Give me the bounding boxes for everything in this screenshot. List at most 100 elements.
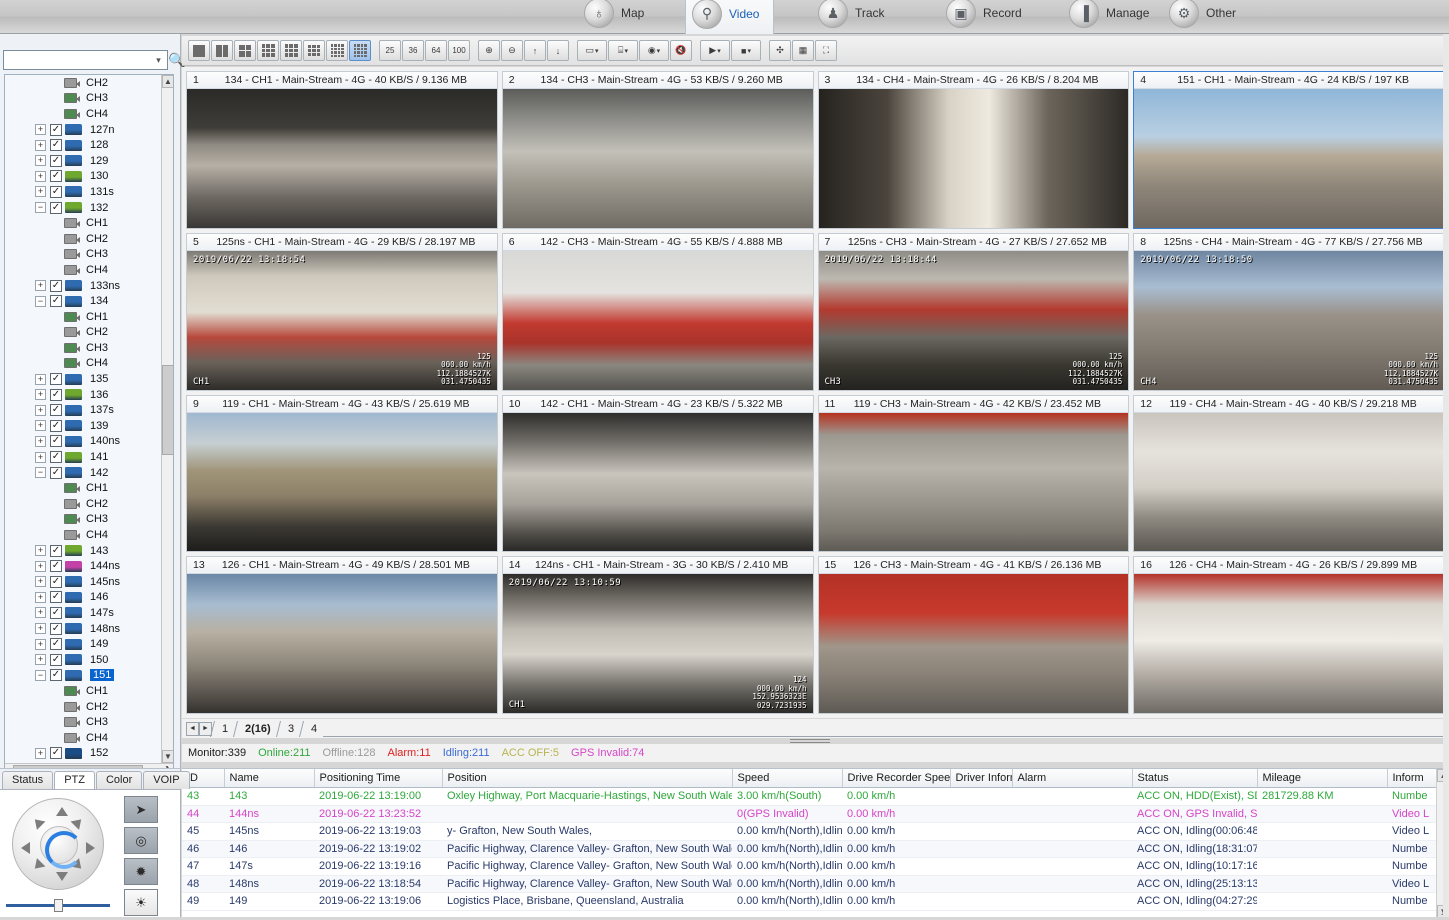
device-tree-list[interactable]: CH2CH3CH4+✓127n+✓128+✓129+✓130+✓131s−✓13… [5, 75, 163, 763]
tree-checkbox[interactable]: ✓ [50, 155, 62, 167]
expand-icon[interactable]: + [35, 140, 46, 151]
tree-checkbox[interactable]: ✓ [50, 435, 62, 447]
expand-icon[interactable]: + [35, 654, 46, 665]
video-cell[interactable]: 1134 - CH1 - Main-Stream - 4G - 40 KB/S … [186, 71, 498, 229]
collapse-icon[interactable]: − [35, 670, 46, 681]
video-cell[interactable]: 2134 - CH3 - Main-Stream - 4G - 53 KB/S … [502, 71, 814, 229]
tree-device-row[interactable]: +✓144ns [5, 558, 163, 574]
table-row[interactable]: 461462019-06-22 13:19:02Pacific Highway,… [182, 840, 1442, 858]
video-cell[interactable]: 5125ns - CH1 - Main-Stream - 4G - 29 KB/… [186, 233, 498, 391]
video-cell[interactable]: 3134 - CH4 - Main-Stream - 4G - 26 KB/S … [818, 71, 1130, 229]
tree-channel-row[interactable]: CH4 [5, 527, 163, 543]
tree-checkbox[interactable]: ✓ [50, 124, 62, 136]
tree-channel-row[interactable]: CH2 [5, 496, 163, 512]
scroll-thumb[interactable] [162, 365, 174, 455]
nav-tab-manage[interactable]: ▐Manage [1063, 0, 1163, 34]
video-stream-view[interactable] [503, 413, 813, 552]
expand-icon[interactable]: + [35, 607, 46, 618]
tree-checkbox[interactable]: ✓ [50, 545, 62, 557]
ptz-down-left-icon[interactable] [31, 858, 46, 873]
chevron-down-icon[interactable]: ▾ [152, 55, 165, 66]
toolbar-zoom-in-button[interactable]: ⊕ [478, 40, 500, 61]
video-cell[interactable]: 16126 - CH4 - Main-Stream - 4G - 26 KB/S… [1133, 556, 1445, 714]
tree-channel-row[interactable]: CH4 [5, 262, 163, 278]
tree-device-row[interactable]: −✓142 [5, 465, 163, 481]
video-stream-view[interactable] [1134, 413, 1444, 552]
tree-channel-row[interactable]: CH4 [5, 106, 163, 122]
toolbar-grid-toggle-button[interactable]: ▦ [792, 40, 814, 61]
nav-tab-track[interactable]: ♟Track [812, 0, 899, 34]
toolbar-fullscreen-button[interactable]: ⛶ [815, 40, 837, 61]
tree-channel-row[interactable]: CH2 [5, 231, 163, 247]
toolbar-snapshot-button[interactable]: ◉▾ [639, 40, 669, 61]
tree-checkbox[interactable]: ✓ [50, 607, 62, 619]
table-row[interactable]: 45145ns2019-06-22 13:19:03y- Grafton, Ne… [182, 823, 1442, 841]
tree-checkbox[interactable]: ✓ [50, 591, 62, 603]
table-column-header[interactable]: Position [442, 769, 732, 788]
tree-vertical-scrollbar[interactable]: ▲ ▼ [161, 75, 173, 763]
expand-icon[interactable]: + [35, 420, 46, 431]
tree-channel-row[interactable]: CH4 [5, 730, 163, 746]
ptz-up-left-icon[interactable] [31, 815, 46, 830]
toolbar-audio-mute-button[interactable]: 🔇 [670, 40, 692, 61]
video-stream-view[interactable]: 2019/06/22 13:18:44CH3125000.00 km/h112.… [819, 251, 1129, 390]
vehicle-status-table[interactable]: IDNamePositioning TimePositionSpeedDrive… [182, 768, 1449, 917]
tree-checkbox[interactable]: ✓ [50, 669, 62, 681]
tree-checkbox[interactable]: ✓ [50, 404, 62, 416]
expand-icon[interactable]: + [35, 186, 46, 197]
scroll-down-icon[interactable]: ▼ [162, 750, 174, 763]
nav-tab-video[interactable]: ⚲Video [685, 0, 774, 34]
search-combobox[interactable]: ▾ [3, 50, 168, 70]
video-cell[interactable]: 15126 - CH3 - Main-Stream - 4G - 41 KB/S… [818, 556, 1130, 714]
table-column-header[interactable]: Status [1132, 769, 1257, 788]
tree-channel-row[interactable]: CH1 [5, 309, 163, 325]
dropdown-arrow-icon[interactable]: ▾ [624, 47, 628, 55]
tree-checkbox[interactable]: ✓ [50, 202, 62, 214]
tree-checkbox[interactable]: ✓ [50, 280, 62, 292]
tree-channel-row[interactable]: CH2 [5, 325, 163, 341]
table-column-header[interactable]: Drive Recorder Speed [842, 769, 950, 788]
video-stream-view[interactable] [187, 89, 497, 228]
search-input[interactable] [6, 53, 152, 67]
video-stream-view[interactable] [503, 89, 813, 228]
video-cell[interactable]: 10142 - CH1 - Main-Stream - 4G - 23 KB/S… [502, 395, 814, 553]
tree-channel-row[interactable]: CH3 [5, 714, 163, 730]
expand-icon[interactable]: + [35, 592, 46, 603]
tree-checkbox[interactable]: ✓ [50, 623, 62, 635]
tree-device-row[interactable]: +✓141 [5, 449, 163, 465]
expand-icon[interactable]: + [35, 623, 46, 634]
slider-knob[interactable] [54, 899, 63, 912]
expand-icon[interactable]: + [35, 389, 46, 400]
toolbar-layout-9-button[interactable] [303, 40, 325, 61]
ptz-right-icon[interactable] [86, 842, 95, 854]
video-cell[interactable]: 14124ns - CH1 - Main-Stream - 3G - 30 KB… [502, 556, 814, 714]
tree-device-row[interactable]: +✓133ns [5, 278, 163, 294]
toolbar-page-down-button[interactable]: ↓ [547, 40, 569, 61]
tree-device-row[interactable]: +✓145ns [5, 574, 163, 590]
tree-device-row[interactable]: +✓147s [5, 605, 163, 621]
video-stream-view[interactable]: 2019/06/22 13:18:50CH4125000.00 km/h112.… [1134, 251, 1444, 390]
nav-tab-record[interactable]: ▣Record [940, 0, 1036, 34]
expand-icon[interactable]: + [35, 280, 46, 291]
table-column-header[interactable]: Name [224, 769, 314, 788]
toolbar-zoom-out-button[interactable]: ⊖ [501, 40, 523, 61]
table-column-header[interactable]: Inform [1387, 769, 1442, 788]
nav-tab-other[interactable]: ⚙Other [1163, 0, 1250, 34]
toolbar-layout-16-button[interactable] [349, 40, 371, 61]
control-tab-ptz[interactable]: PTZ [54, 771, 95, 789]
dropdown-arrow-icon[interactable]: ▾ [717, 47, 721, 55]
toolbar-layout-1-button[interactable] [188, 40, 210, 61]
toolbar-layout-2-button[interactable] [211, 40, 233, 61]
toolbar-play-button[interactable]: ▶▾ [700, 40, 730, 61]
tree-checkbox[interactable]: ✓ [50, 638, 62, 650]
tree-channel-row[interactable]: CH4 [5, 356, 163, 372]
ptz-up-right-icon[interactable] [71, 815, 86, 830]
zoom-control-button[interactable]: ➤ [124, 796, 158, 823]
tree-checkbox[interactable]: ✓ [50, 389, 62, 401]
tree-channel-row[interactable]: CH1 [5, 683, 163, 699]
tree-device-row[interactable]: +✓140ns [5, 434, 163, 450]
toolbar-layout-25-button[interactable]: 25 [379, 40, 401, 61]
expand-icon[interactable]: + [35, 576, 46, 587]
video-cell[interactable]: 9119 - CH1 - Main-Stream - 4G - 43 KB/S … [186, 395, 498, 553]
iris-control-button[interactable]: ✹ [124, 858, 158, 885]
